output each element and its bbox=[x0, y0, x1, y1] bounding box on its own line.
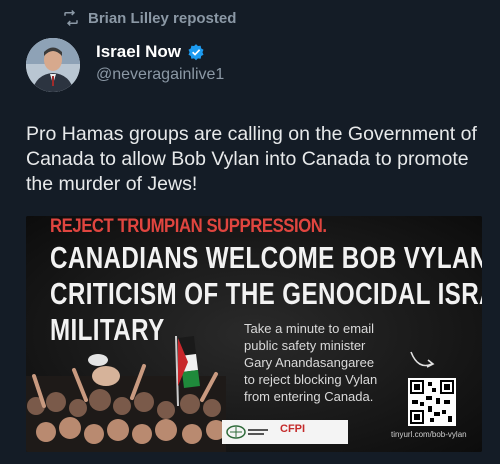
poster-url: tinyurl.com/bob-vylan bbox=[391, 430, 467, 439]
crowd-photo bbox=[26, 336, 226, 452]
repost-icon bbox=[64, 9, 78, 27]
cfpi-logo: CFPI bbox=[280, 423, 306, 435]
author-name[interactable]: Israel Now bbox=[96, 42, 181, 62]
verified-badge-icon bbox=[188, 44, 204, 61]
poster-body-text: Take a minute to email public safety min… bbox=[244, 321, 378, 404]
curved-arrow-icon bbox=[410, 351, 435, 368]
repost-label: Brian Lilley reposted bbox=[88, 9, 237, 27]
author-name-row[interactable]: Israel Now bbox=[96, 42, 205, 62]
tweet-text: Pro Hamas groups are calling on the Gove… bbox=[26, 123, 477, 195]
tweet-media-image[interactable]: REJECT TRUMPIAN SUPPRESSION. CANADIANS W… bbox=[26, 216, 482, 452]
poster-headline-red: REJECT TRUMPIAN SUPPRESSION. bbox=[50, 216, 327, 237]
author-handle[interactable]: @neveragainlive1 bbox=[96, 66, 224, 84]
org-logo-icon bbox=[226, 425, 268, 439]
poster-headline-line-1: CANADIANS WELCOME BOB VYLAN’S bbox=[50, 240, 482, 275]
qr-code[interactable] bbox=[408, 378, 456, 426]
avatar[interactable] bbox=[26, 38, 80, 92]
poster-headline-line-2: CRITICISM OF THE GENOCIDAL ISRAELI bbox=[50, 276, 482, 311]
repost-header[interactable]: Brian Lilley reposted bbox=[62, 8, 236, 28]
